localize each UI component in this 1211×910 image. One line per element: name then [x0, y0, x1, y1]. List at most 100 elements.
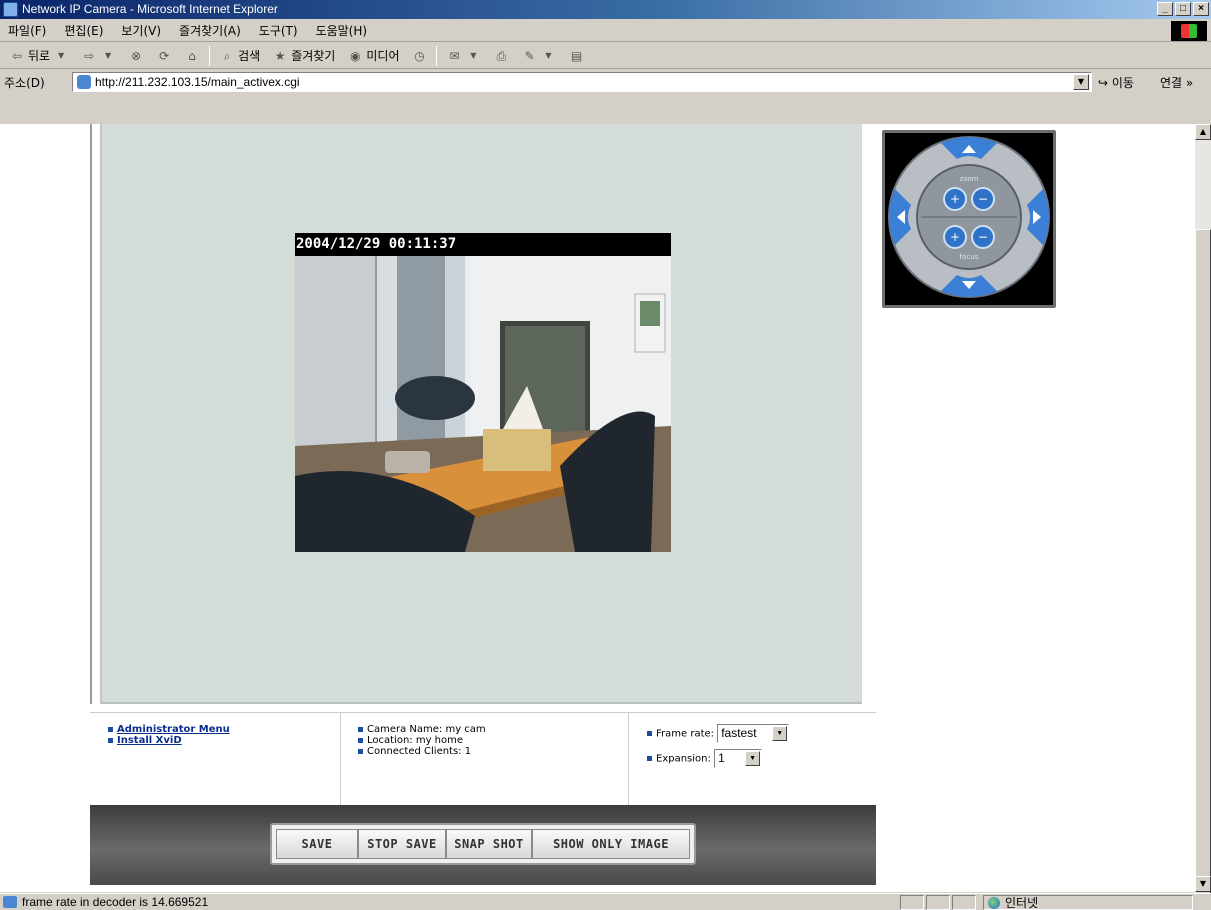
go-arrow-icon: ↪: [1098, 76, 1109, 90]
status-text: frame rate in decoder is 14.669521: [22, 895, 209, 909]
connected-clients: Connected Clients: 1: [367, 746, 472, 757]
expansion-value: 1: [718, 751, 725, 765]
menu-edit[interactable]: 편집(E): [55, 22, 112, 39]
close-button[interactable]: ×: [1193, 2, 1209, 16]
mail-button[interactable]: ✉ ▼: [441, 45, 486, 67]
print-button[interactable]: ⎙: [488, 45, 514, 67]
back-label: 뒤로: [28, 49, 51, 63]
divider: [90, 124, 92, 704]
history-icon: ◷: [414, 48, 425, 63]
expansion-select[interactable]: 1 ▼: [714, 749, 763, 768]
status-pane: [900, 895, 924, 910]
scroll-up-button[interactable]: ▲: [1195, 124, 1211, 140]
menu-file[interactable]: 파일(F): [0, 22, 55, 39]
mail-icon: ✉: [449, 48, 460, 63]
video-frame: 2004/12/29 00:11:37: [295, 233, 671, 552]
stop-save-button[interactable]: STOP SAVE: [358, 829, 446, 859]
frame-rate-select[interactable]: fastest ▼: [717, 724, 790, 743]
menu-favorites[interactable]: 즐겨찾기(A): [170, 22, 250, 39]
dropdown-arrow-icon: ▼: [545, 50, 552, 60]
focus-near-button[interactable]: +: [943, 225, 967, 249]
control-button-group: SAVE STOP SAVE SNAP SHOT SHOW ONLY IMAGE: [270, 823, 696, 865]
page-icon: [77, 75, 91, 89]
zoom-label: zoom: [959, 175, 978, 183]
video-panel: 2004/12/29 00:11:37: [100, 124, 862, 704]
administrator-menu-link[interactable]: Administrator Menu: [117, 724, 230, 735]
ptz-control: zoom focus + − + −: [882, 130, 1056, 308]
ptz-dial: zoom focus + − + −: [888, 136, 1050, 298]
menu-view[interactable]: 보기(V): [112, 22, 170, 39]
history-button[interactable]: ◷: [406, 45, 432, 67]
home-button[interactable]: ⌂: [179, 45, 205, 67]
ie-icon: [3, 2, 18, 17]
back-button[interactable]: ⇦ 뒤로 ▼: [4, 45, 74, 67]
camera-info-column: Camera Name: my cam Location: my home Co…: [340, 713, 628, 806]
url-text: http://211.232.103.15/main_activex.cgi: [95, 75, 300, 89]
edit-button[interactable]: ✎ ▼: [516, 45, 561, 67]
go-button[interactable]: ↪ 이동: [1098, 74, 1134, 91]
favorites-label: 즐겨찾기: [291, 49, 336, 63]
refresh-button[interactable]: ⟳: [151, 45, 177, 67]
search-button[interactable]: ⌕ 검색: [214, 45, 265, 67]
maximize-button[interactable]: □: [1175, 2, 1191, 16]
bullet-icon: [358, 726, 363, 732]
show-only-image-button[interactable]: SHOW ONLY IMAGE: [532, 829, 690, 859]
svg-text:+: +: [950, 230, 960, 244]
install-xvid-link[interactable]: Install XviD: [117, 735, 182, 746]
favorites-button[interactable]: ★ 즐겨찾기: [267, 45, 340, 67]
go-label: 이동: [1111, 76, 1134, 90]
menu-bar: 파일(F) 편집(E) 보기(V) 즐겨찾기(A) 도구(T) 도움말(H): [0, 20, 1211, 42]
status-panes: [900, 895, 976, 910]
forward-button[interactable]: ⇨ ▼: [76, 45, 121, 67]
svg-text:−: −: [978, 192, 988, 206]
refresh-icon: ⟳: [159, 48, 170, 63]
zoom-in-button[interactable]: +: [943, 187, 967, 211]
zoom-out-button[interactable]: −: [971, 187, 995, 211]
minimize-button[interactable]: _: [1157, 2, 1173, 16]
focus-label: focus: [960, 253, 979, 261]
menu-tools[interactable]: 도구(T): [250, 22, 307, 39]
media-icon: ◉: [350, 48, 361, 63]
discuss-button[interactable]: ▤: [563, 45, 589, 67]
bullet-icon: [647, 756, 652, 761]
search-icon: ⌕: [223, 48, 231, 63]
toolbar-separator: [209, 45, 211, 66]
focus-far-button[interactable]: −: [971, 225, 995, 249]
snap-shot-button[interactable]: SNAP SHOT: [446, 829, 532, 859]
dropdown-arrow-icon: ▼: [470, 50, 477, 60]
frame-rate-value: fastest: [721, 726, 757, 740]
page-icon: [3, 896, 17, 908]
address-input[interactable]: http://211.232.103.15/main_activex.cgi ▼: [72, 72, 1092, 92]
info-panel: Administrator Menu Install XviD Camera N…: [90, 712, 876, 806]
status-pane: [926, 895, 950, 910]
video-timestamp: 2004/12/29 00:11:37: [296, 236, 457, 252]
svg-text:+: +: [950, 192, 960, 206]
dropdown-arrow-icon: ▼: [745, 751, 761, 766]
bullet-icon: [358, 737, 363, 743]
links-column: Administrator Menu Install XviD: [90, 713, 340, 806]
links-button[interactable]: 연결 »: [1160, 74, 1193, 91]
dropdown-arrow-icon: ▼: [772, 726, 788, 741]
stop-button[interactable]: ⊗: [123, 45, 149, 67]
print-icon: ⎙: [496, 48, 507, 63]
vertical-scrollbar[interactable]: ▲ ▼: [1195, 124, 1211, 910]
discuss-icon: ▤: [570, 48, 583, 63]
address-dropdown-button[interactable]: ▼: [1073, 74, 1089, 90]
dropdown-arrow-icon: ▼: [105, 50, 112, 60]
scroll-down-button[interactable]: ▼: [1195, 876, 1211, 892]
scroll-thumb[interactable]: [1195, 229, 1211, 910]
bullet-icon: [108, 737, 113, 743]
menu-help[interactable]: 도움말(H): [307, 22, 377, 39]
edit-icon: ✎: [524, 48, 535, 63]
camera-location: Location: my home: [367, 735, 464, 746]
media-button[interactable]: ◉ 미디어: [342, 45, 404, 67]
bullet-icon: [108, 726, 113, 732]
address-label: 주소(D): [4, 75, 45, 90]
save-button[interactable]: SAVE: [276, 829, 358, 859]
toolbar: ⇦ 뒤로 ▼ ⇨ ▼ ⊗ ⟳ ⌂ ⌕ 검색 ★ 즐겨찾기 ◉ 미디어 ◷ ✉ ▼…: [0, 43, 1211, 69]
control-button-strip: SAVE STOP SAVE SNAP SHOT SHOW ONLY IMAGE: [90, 805, 876, 885]
media-label: 미디어: [366, 49, 400, 63]
windows-logo-icon: [1171, 21, 1207, 41]
svg-text:−: −: [978, 230, 988, 244]
status-pane: [952, 895, 976, 910]
